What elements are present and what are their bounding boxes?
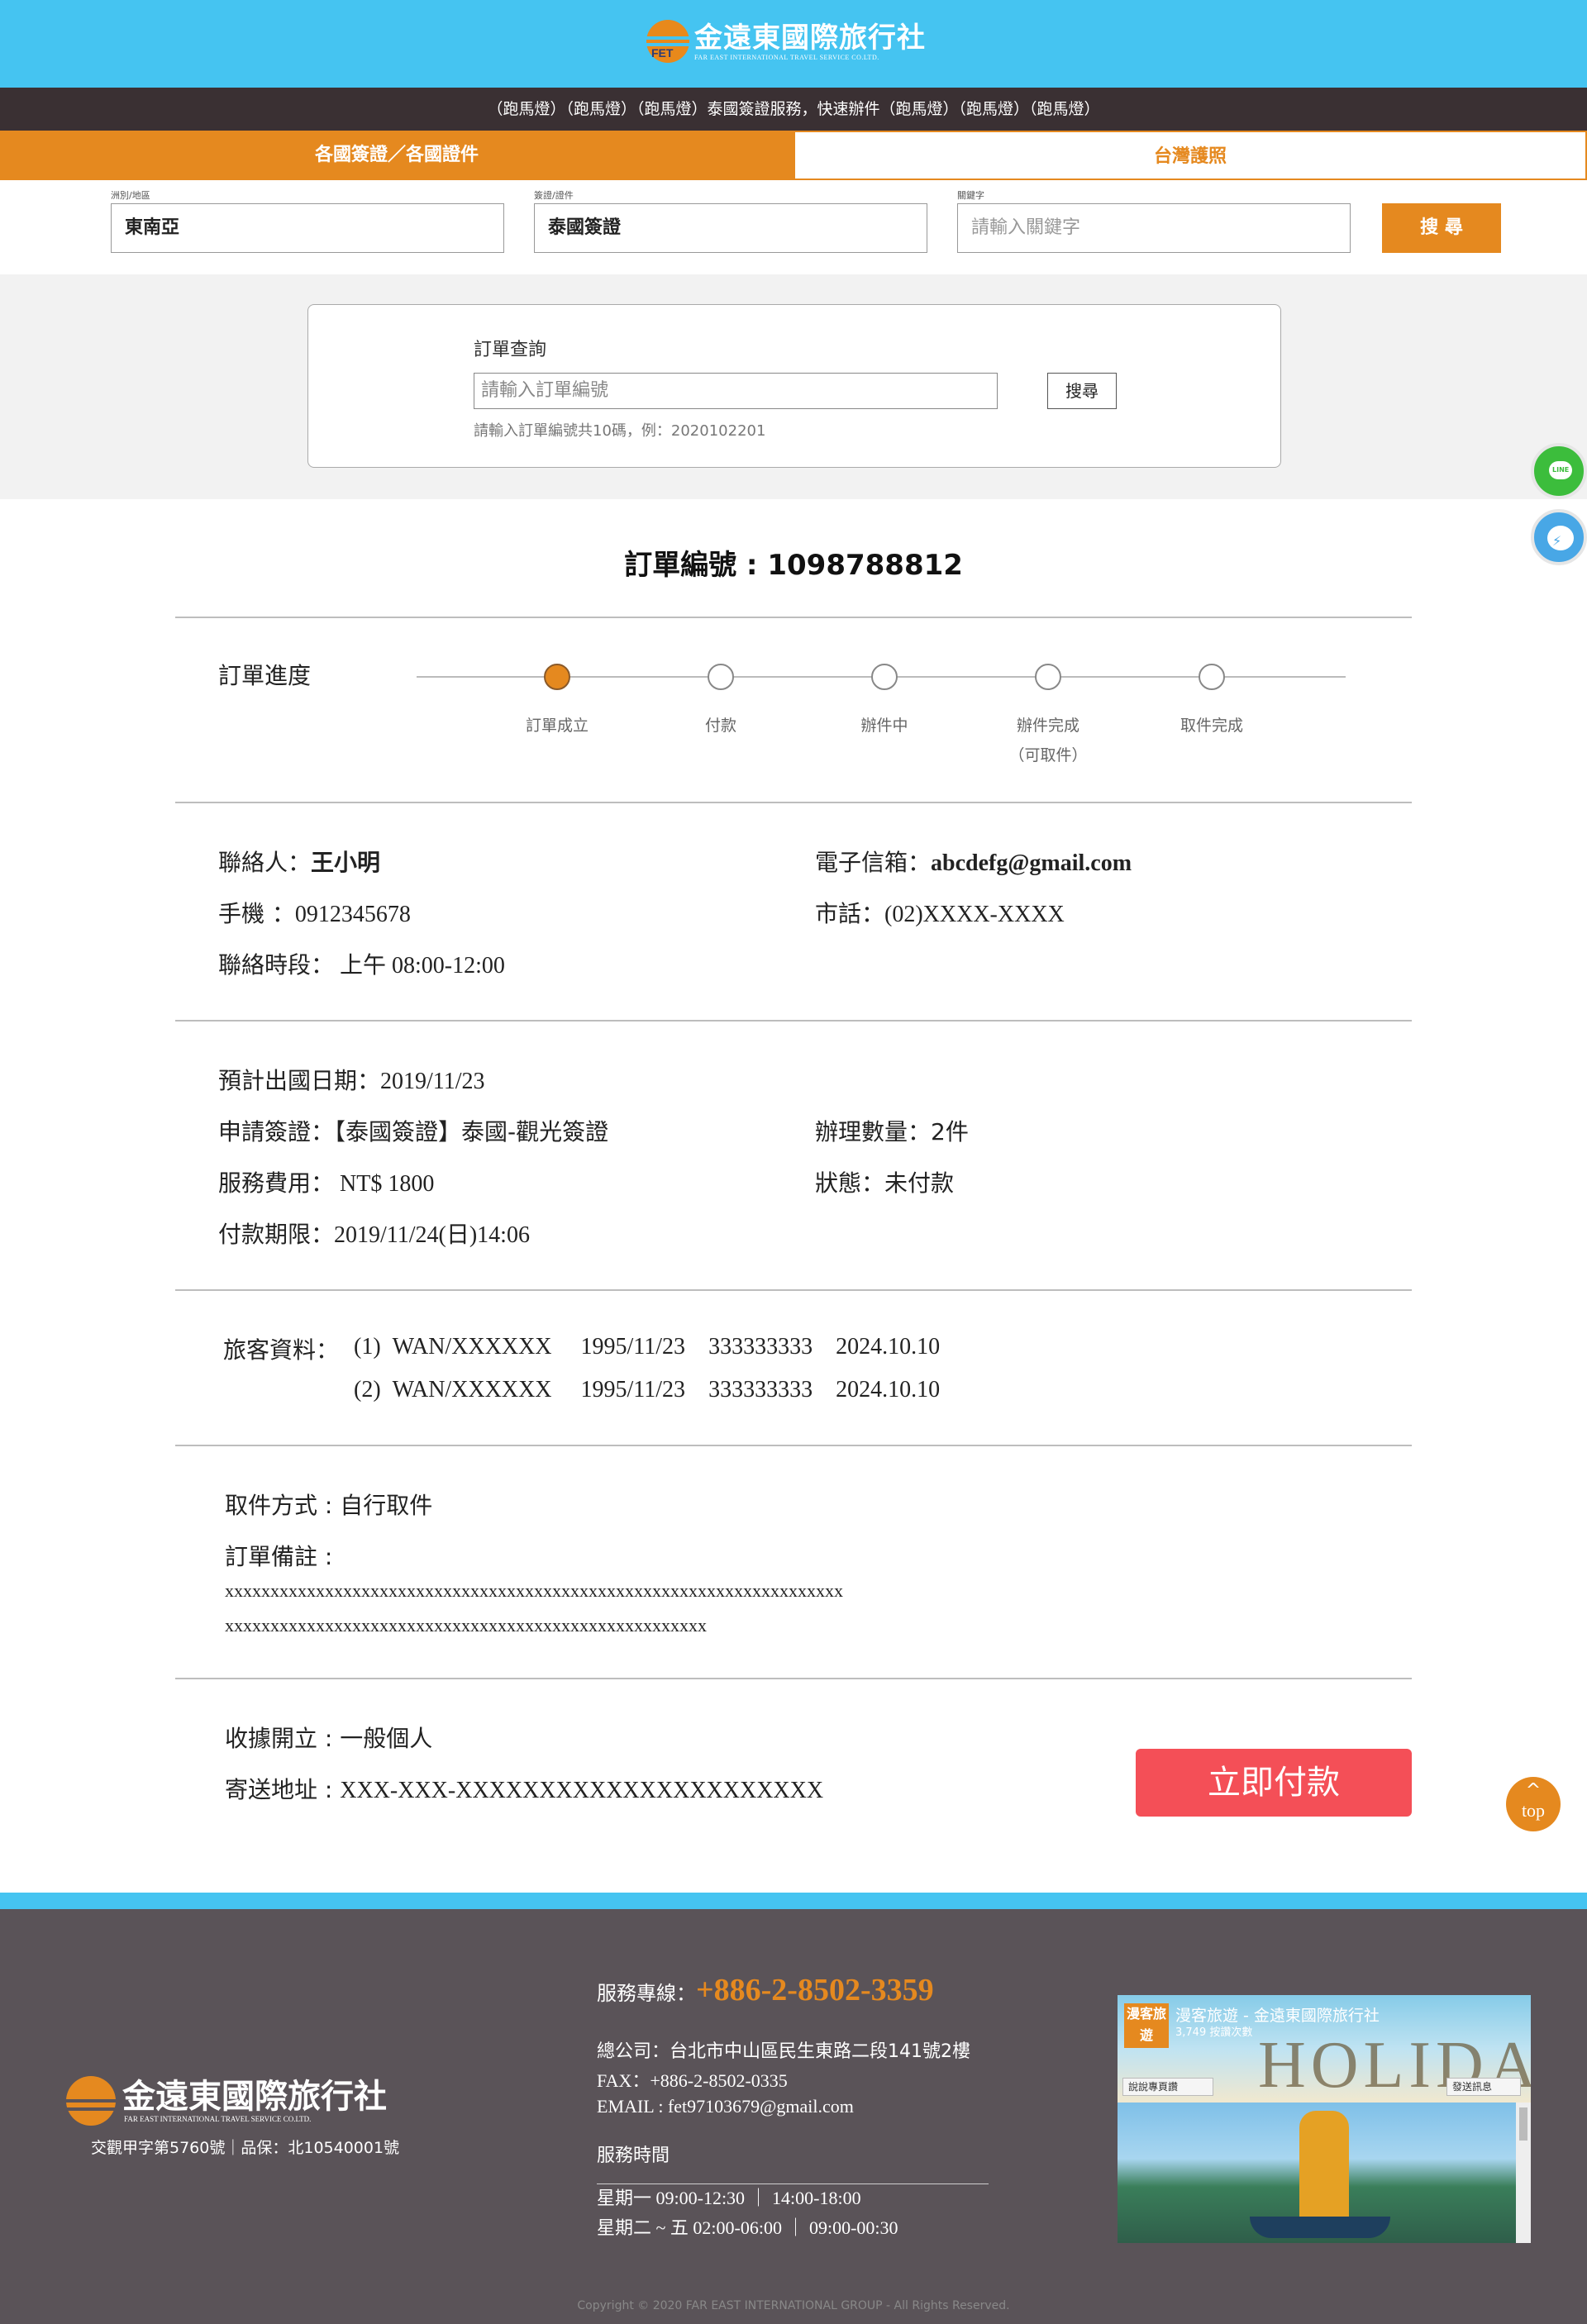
payment-deadline: 付款期限：2019/11/24(日)14:06 <box>218 1221 530 1248</box>
step-dot-picked-up <box>1199 664 1225 690</box>
traveler-row: (2) WAN/XXXXXX 1995/11/23 333333333 2024… <box>354 1377 941 1402</box>
departure-date: 預計出國日期：2019/11/23 <box>218 1067 485 1094</box>
type-filter: 簽證/證件 泰國簽證 <box>534 188 927 253</box>
filter-search-button[interactable]: 搜 尋 <box>1382 203 1501 253</box>
travelers-label: 旅客資料： <box>223 1336 340 1364</box>
logo-sun-icon <box>66 2076 116 2126</box>
order-number-input[interactable]: 請輸入訂單編號 <box>474 373 998 409</box>
back-to-top-button[interactable]: ^ top <box>1506 1777 1561 1831</box>
keyword-filter: 關鍵字 請輸入關鍵字 <box>957 188 1351 253</box>
hours-line: 星期二 ~ 五 02:00-06:00 ｜ 09:00-00:30 <box>597 2217 898 2238</box>
marquee-bar: （跑馬燈）（跑馬燈）（跑馬燈）泰國簽證服務，快速辦件（跑馬燈）（跑馬燈）（跑馬燈… <box>0 88 1587 131</box>
footer-fax: FAX：+886-2-8502-0335 <box>597 2070 788 2091</box>
step-label-order-created: 訂單成立 <box>525 717 589 735</box>
region-select[interactable]: 東南亞 <box>111 203 504 253</box>
type-label: 簽證/證件 <box>534 190 574 201</box>
fb-page-title[interactable]: 漫客旅遊 - 金遠東國際旅行社 <box>1175 2003 1380 2026</box>
chevron-up-icon: ^ <box>1525 1780 1542 1801</box>
logo-subtitle: FAR EAST INTERNATIONAL TRAVEL SERVICE CO… <box>694 53 879 61</box>
order-note-label: 訂單備註 : <box>225 1543 333 1570</box>
order-lookup-card: 訂單查詢 請輸入訂單編號 搜尋 請輸入訂單編號共10碼，例：2020102201 <box>307 304 1281 468</box>
divider <box>175 1445 1412 1446</box>
footer-email[interactable]: EMAIL : fet97103679@gmail.com <box>597 2096 854 2117</box>
step-dot-order-created <box>544 664 570 690</box>
contact-mobile: 手機 ：0912345678 <box>218 900 411 927</box>
service-fee: 服務費用： NT$ 1800 <box>218 1169 435 1197</box>
copyright: Copyright © 2020 FAR EAST INTERNATIONAL … <box>577 2299 1010 2312</box>
contact-tel: 市話：(02)XXXX-XXXX <box>815 900 1065 927</box>
progress-label: 訂單進度 <box>218 662 312 689</box>
tab-taiwan-passport[interactable]: 台灣護照 <box>794 131 1587 180</box>
visa-type: 申請簽證：【泰國簽證】泰國-觀光簽證 <box>218 1118 609 1145</box>
footer-logo-subtitle: FAR EAST INTERNATIONAL TRAVEL SERVICE CO… <box>124 2115 312 2123</box>
payment-status: 狀態：未付款 <box>815 1169 955 1197</box>
step-label-processing: 辦件中 <box>860 717 908 735</box>
fb-post-image <box>1118 2103 1516 2243</box>
contact-email: 電子信箱：abcdefg@gmail.com <box>815 849 1132 876</box>
main-tabs: 各國簽證／各國證件 台灣護照 <box>0 131 1587 180</box>
step-dot-processing <box>871 664 898 690</box>
footer-stripe <box>0 1893 1587 1909</box>
region-label: 洲別/地區 <box>111 190 150 201</box>
footer: 金遠東國際旅行社 FAR EAST INTERNATIONAL TRAVEL S… <box>0 1909 1587 2324</box>
pickup-method: 取件方式 : 自行取件 <box>225 1492 433 1519</box>
fb-scrollbar[interactable] <box>1516 2103 1531 2243</box>
contact-period: 聯絡時段： 上午 08:00-12:00 <box>218 951 505 979</box>
shipping-address: 寄送地址 : XXX-XXX-XXXXXXXXXXXXXXXXXXXXXX <box>225 1776 824 1803</box>
receipt-type: 收據開立 : 一般個人 <box>225 1725 433 1752</box>
search-filters: 洲別/地區 東南亞 簽證/證件 泰國簽證 關鍵字 請輸入關鍵字 搜 尋 <box>0 180 1587 274</box>
tab-visa[interactable]: 各國簽證／各國證件 <box>0 131 794 180</box>
footer-address: 總公司：台北市中山區民生東路二段141號2樓 <box>597 2041 970 2062</box>
pay-now-button[interactable]: 立即付款 <box>1136 1749 1412 1817</box>
keyword-input[interactable]: 請輸入關鍵字 <box>957 203 1351 253</box>
line-icon[interactable]: LINE <box>1531 443 1587 499</box>
top-header: FET 金遠東國際旅行社 FAR EAST INTERNATIONAL TRAV… <box>0 0 1587 88</box>
footer-logo[interactable]: 金遠東國際旅行社 FAR EAST INTERNATIONAL TRAVEL S… <box>66 2076 387 2126</box>
order-number-title: 訂單編號 : 1098788812 <box>624 549 963 582</box>
hours-line: 星期一 09:00-12:30 ｜ 14:00-18:00 <box>597 2188 861 2208</box>
hotline-number[interactable]: +886-2-8502-3359 <box>696 1973 934 2007</box>
fb-message-button[interactable]: 發送訊息 <box>1446 2078 1521 2096</box>
divider <box>175 1020 1412 1022</box>
divider <box>175 1289 1412 1291</box>
order-note-line: xxxxxxxxxxxxxxxxxxxxxxxxxxxxxxxxxxxxxxxx… <box>225 1615 707 1636</box>
order-lookup-section: 訂單查詢 請輸入訂單編號 搜尋 請輸入訂單編號共10碼，例：2020102201 <box>0 274 1587 499</box>
divider <box>175 802 1412 803</box>
order-lookup-hint: 請輸入訂單編號共10碼，例：2020102201 <box>474 422 766 440</box>
step-label-picked-up: 取件完成 <box>1180 717 1243 735</box>
traveler-row: (1) WAN/XXXXXX 1995/11/23 333333333 2024… <box>354 1334 941 1360</box>
footer-logo-title: 金遠東國際旅行社 <box>122 2078 387 2116</box>
step-dot-payment <box>708 664 734 690</box>
step-label-payment: 付款 <box>704 717 736 735</box>
hours-title: 服務時間 <box>597 2145 670 2166</box>
divider <box>175 617 1412 618</box>
region-filter: 洲別/地區 東南亞 <box>111 188 504 253</box>
type-select[interactable]: 泰國簽證 <box>534 203 927 253</box>
fb-like-count: 3,749 按讚次數 <box>1175 2026 1253 2039</box>
contact-name: 聯絡人：王小明 <box>218 849 381 876</box>
order-lookup-button[interactable]: 搜尋 <box>1047 373 1117 409</box>
order-lookup-title: 訂單查詢 <box>474 340 547 360</box>
order-note-line: xxxxxxxxxxxxxxxxxxxxxxxxxxxxxxxxxxxxxxxx… <box>225 1580 843 1601</box>
quantity: 辦理數量：2件 <box>815 1118 969 1145</box>
step-label-done: 辦件完成 （可取件） <box>1008 717 1088 764</box>
fb-page-avatar: 漫客旅遊 <box>1124 2003 1169 2048</box>
logo-sun-icon: FET <box>646 20 689 63</box>
hotline: 服務專線：+886-2-8502-3359 <box>597 1973 934 2007</box>
divider <box>175 1678 1412 1679</box>
license-text: 交觀甲字第5760號｜品保：北10540001號 <box>91 2139 400 2157</box>
logo-title: 金遠東國際旅行社 <box>694 21 926 55</box>
fb-like-button[interactable]: 說說專頁讚 <box>1122 2078 1213 2096</box>
keyword-label: 關鍵字 <box>957 190 984 201</box>
facebook-page-widget[interactable]: 漫客旅遊 漫客旅遊 - 金遠東國際旅行社 3,749 按讚次數 HOLIDAYS… <box>1118 1995 1531 2243</box>
site-logo[interactable]: FET 金遠東國際旅行社 FAR EAST INTERNATIONAL TRAV… <box>646 20 926 63</box>
step-dot-done <box>1035 664 1061 690</box>
